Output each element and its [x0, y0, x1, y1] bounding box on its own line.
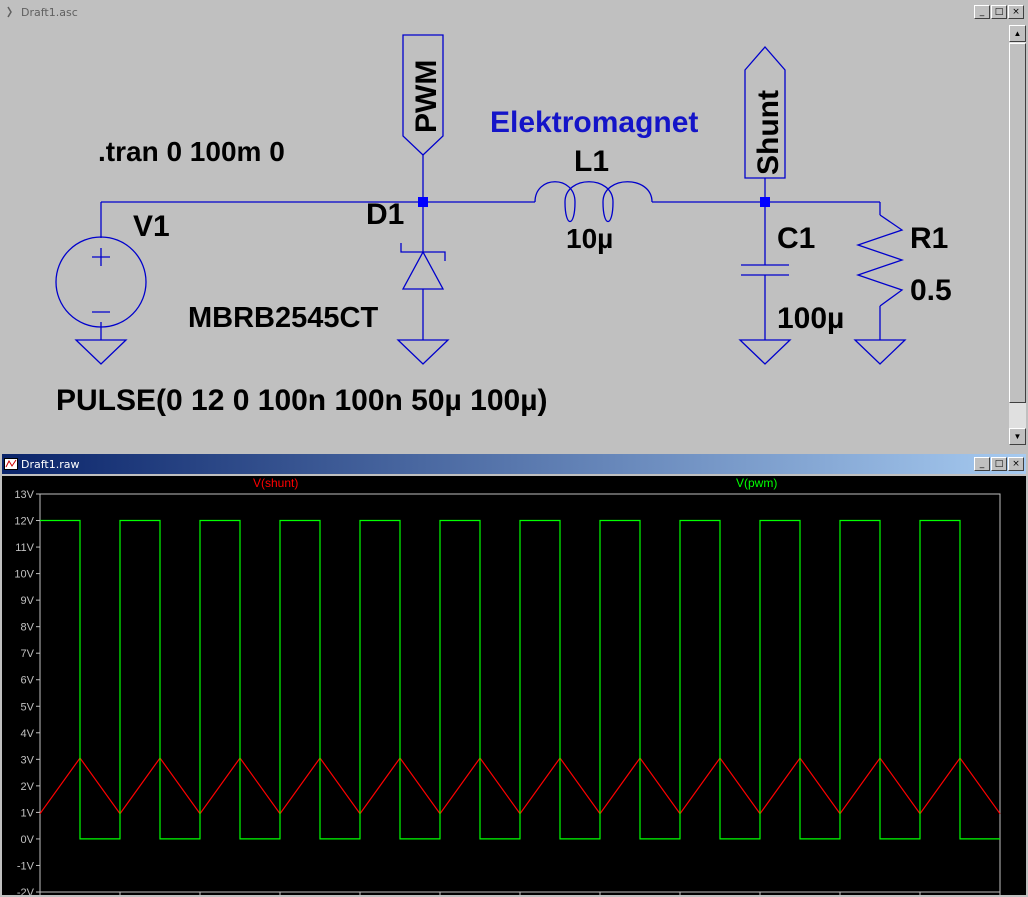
minimize-button[interactable]: _: [974, 5, 990, 19]
y-tick-label: 7V: [21, 648, 35, 660]
waveform-icon: [4, 457, 18, 471]
d1-name-label[interactable]: D1: [366, 198, 404, 231]
y-tick-label: -1V: [17, 860, 35, 872]
ground-d1-symbol: [396, 339, 450, 365]
junction-dot-shunt: [760, 197, 770, 207]
elektromagnet-comment[interactable]: Elektromagnet: [490, 106, 698, 139]
schematic-file-icon: [4, 5, 18, 19]
plot-restore-button[interactable]: □: [991, 457, 1007, 471]
close-button[interactable]: ×: [1008, 5, 1024, 19]
schematic-vertical-scrollbar[interactable]: ▲ ▼: [1009, 25, 1026, 445]
plot-background: [2, 476, 1026, 895]
plot-title: Draft1.raw: [21, 457, 80, 471]
waveform-plot[interactable]: 13V12V11V10V9V8V7V6V5V4V3V2V1V0V-1V-2V 9…: [2, 476, 1026, 895]
r1-name-label[interactable]: R1: [910, 222, 948, 255]
y-tick-label: 11V: [15, 542, 34, 554]
scroll-up-arrow[interactable]: ▲: [1009, 25, 1026, 42]
y-tick-label: 4V: [21, 728, 35, 740]
ground-c1-symbol: [738, 339, 792, 365]
y-tick-label: 1V: [21, 807, 35, 819]
plot-window: Draft1.raw _ □ × 13V 12V 11V 10V 9V 8V 7V 6V 5V 4…: [0, 452, 1028, 897]
y-tick-label: 8V: [21, 622, 35, 634]
scroll-thumb[interactable]: [1009, 43, 1026, 403]
schematic-canvas[interactable]: .tran 0 100m 0 V1 D1 MBRB2545CT Elektrom…: [6, 25, 1005, 444]
y-tick-label: -2V: [17, 887, 35, 895]
r1-value-label[interactable]: 0.5: [910, 274, 952, 307]
legend-vpwm[interactable]: V(pwm): [736, 476, 777, 490]
d1-model-label[interactable]: MBRB2545CT: [188, 302, 378, 334]
y-tick-label: 3V: [21, 754, 35, 766]
scroll-down-arrow[interactable]: ▼: [1009, 428, 1026, 445]
plot-minimize-button[interactable]: _: [974, 457, 990, 471]
ground-r1-symbol: [853, 339, 907, 365]
y-tick-label: 9V: [21, 595, 35, 607]
plot-close-button[interactable]: ×: [1008, 457, 1024, 471]
tran-directive[interactable]: .tran 0 100m 0: [98, 136, 285, 167]
v1-name-label[interactable]: V1: [133, 210, 170, 243]
l1-name-label[interactable]: L1: [574, 145, 609, 178]
inductor-l1-symbol[interactable]: [534, 181, 653, 223]
legend-vshunt[interactable]: V(shunt): [253, 476, 298, 490]
plot-titlebar[interactable]: Draft1.raw _ □ ×: [2, 454, 1026, 474]
y-tick-label: 10V: [14, 569, 34, 581]
y-tick-label: 12V: [14, 516, 34, 528]
ground-v1-symbol: [74, 339, 128, 365]
c1-name-label[interactable]: C1: [777, 222, 815, 255]
l1-value-label[interactable]: 10µ: [566, 223, 613, 254]
schematic-title: Draft1.asc: [21, 5, 78, 19]
y-tick-label: 13V: [14, 489, 34, 501]
restore-button[interactable]: □: [991, 5, 1007, 19]
schematic-window: Draft1.asc _ □ × .tran 0 100m 0 V1 D1 MB…: [0, 0, 1028, 447]
c1-value-label[interactable]: 100µ: [777, 302, 844, 335]
y-tick-label: 5V: [21, 701, 35, 713]
y-tick-label: 6V: [21, 675, 35, 687]
voltage-source-v1-symbol[interactable]: [55, 236, 147, 328]
y-tick-label: 0V: [21, 834, 35, 846]
v1-value-label[interactable]: PULSE(0 12 0 100n 100n 50µ 100µ): [56, 384, 548, 417]
shunt-net-label[interactable]: Shunt: [752, 90, 785, 175]
pwm-net-label[interactable]: PWM: [410, 60, 443, 133]
capacitor-c1-symbol[interactable]: [741, 264, 789, 276]
y-tick-label: 2V: [21, 781, 35, 793]
resistor-r1-symbol[interactable]: [855, 214, 905, 307]
schematic-titlebar[interactable]: Draft1.asc _ □ ×: [2, 2, 1026, 22]
junction-dot-pwm: [418, 197, 428, 207]
